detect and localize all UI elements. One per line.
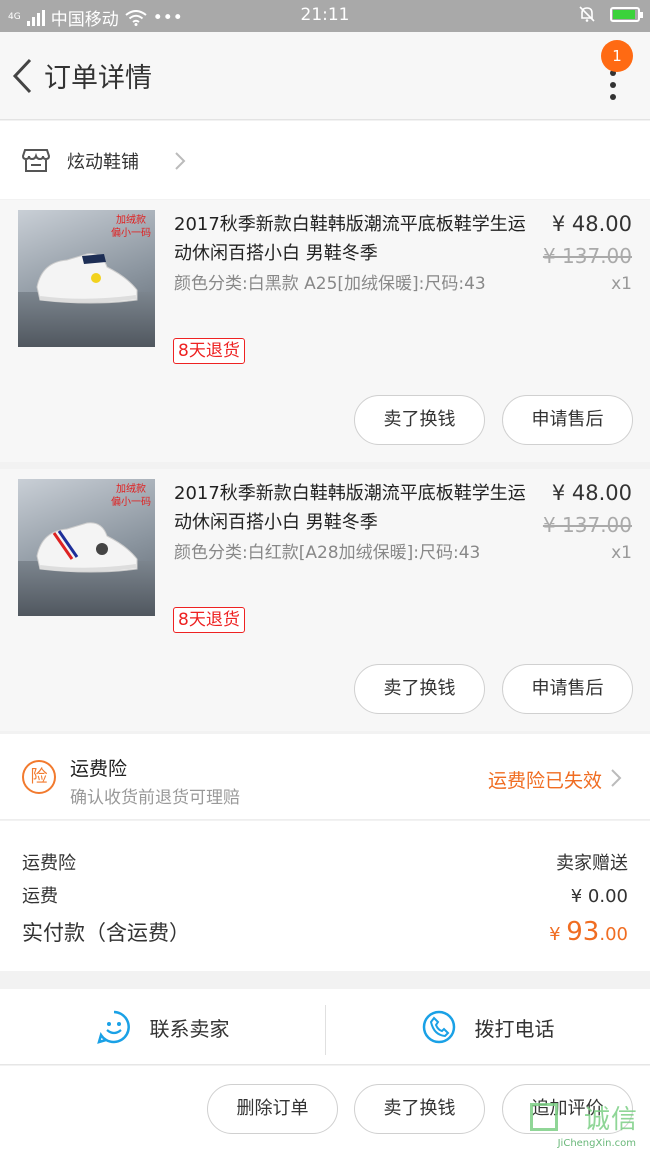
notification-badge: 1 bbox=[601, 40, 633, 72]
product-spec: 颜色分类:白黑款 A25[加绒保暖]:尺码:43 bbox=[174, 274, 486, 294]
shipping-insurance-row[interactable]: 险 运费险 确认收货前退货可理赔 运费险已失效 bbox=[0, 734, 650, 820]
contact-seller-button[interactable]: 联系卖家 bbox=[0, 989, 325, 1065]
item-quantity: x1 bbox=[611, 274, 632, 294]
product-thumbnail[interactable]: 加绒款 偏小一码 bbox=[18, 210, 155, 347]
shoe-image bbox=[36, 522, 138, 573]
product-title[interactable]: 2017秋季新款白鞋韩版潮流平底板鞋学生运动休闲百搭小白 男鞋冬季 bbox=[174, 479, 529, 537]
phone-icon bbox=[422, 1010, 455, 1044]
nav-bar: 订单详情 1 bbox=[0, 32, 650, 120]
item-price: ¥ 48.00 bbox=[551, 481, 632, 505]
bottom-actions: 删除订单 卖了换钱 追加评价 诚信 JiChengXin.com bbox=[0, 1066, 650, 1155]
product-thumbnail[interactable]: 加绒款 偏小一码 bbox=[18, 479, 155, 616]
mute-bell-icon bbox=[579, 6, 595, 22]
sell-for-cash-button[interactable]: 卖了换钱 bbox=[354, 664, 485, 714]
insurance-status[interactable]: 运费险已失效 bbox=[488, 766, 602, 793]
item-price: ¥ 48.00 bbox=[551, 212, 632, 236]
battery-icon bbox=[610, 6, 643, 22]
summary-shipping-row: 运费 ¥ 0.00 bbox=[22, 882, 628, 908]
status-bar: 4G 中国移动 ••• 21:11 bbox=[0, 0, 650, 32]
return-policy-badge: 8天退货 bbox=[173, 338, 245, 364]
product-title[interactable]: 2017秋季新款白鞋韩版潮流平底板鞋学生运动休闲百搭小白 男鞋冬季 bbox=[174, 210, 529, 268]
page-title: 订单详情 bbox=[44, 63, 152, 94]
thumb-tag: 加绒款 偏小一码 bbox=[111, 484, 151, 508]
clock: 21:11 bbox=[300, 5, 350, 25]
insurance-icon: 险 bbox=[22, 760, 56, 794]
contact-bar: 联系卖家 拨打电话 bbox=[0, 989, 650, 1065]
shop-name[interactable]: 炫动鞋铺 bbox=[67, 148, 139, 174]
back-arrow-icon[interactable] bbox=[10, 56, 34, 96]
summary-insurance-value: 卖家赠送 bbox=[556, 853, 628, 874]
after-sales-button[interactable]: 申请售后 bbox=[502, 664, 633, 714]
thumb-tag: 加绒款 偏小一码 bbox=[111, 215, 151, 239]
summary-shipping-value: ¥ 0.00 bbox=[570, 886, 628, 907]
insurance-subtitle: 确认收货前退货可理赔 bbox=[70, 788, 240, 808]
summary-insurance-row: 运费险 卖家赠送 bbox=[22, 849, 628, 875]
return-policy-badge: 8天退货 bbox=[173, 607, 245, 633]
item-quantity: x1 bbox=[611, 543, 632, 563]
sell-for-cash-button[interactable]: 卖了换钱 bbox=[354, 1084, 485, 1134]
product-spec: 颜色分类:白红款[A28加绒保暖]:尺码:43 bbox=[174, 543, 481, 563]
sell-for-cash-button[interactable]: 卖了换钱 bbox=[354, 395, 485, 445]
shoe-image bbox=[36, 253, 138, 304]
item-original-price: ¥ 137.00 bbox=[542, 244, 632, 268]
order-item: 加绒款 偏小一码 2017秋季新款白鞋韩版潮流平底板鞋学生运动休闲百搭小白 男鞋… bbox=[0, 469, 650, 731]
chevron-right-icon bbox=[611, 769, 622, 787]
call-button[interactable]: 拨打电话 bbox=[325, 989, 650, 1065]
summary-paid-amount: ¥ 93.00 bbox=[549, 917, 628, 947]
more-menu-icon[interactable] bbox=[610, 70, 616, 100]
store-icon bbox=[22, 149, 50, 172]
call-label: 拨打电话 bbox=[474, 1016, 555, 1041]
summary-shipping-label: 运费 bbox=[22, 886, 58, 907]
contact-seller-label: 联系卖家 bbox=[149, 1016, 230, 1041]
chat-face-icon bbox=[96, 1010, 130, 1044]
item-original-price: ¥ 137.00 bbox=[542, 513, 632, 537]
summary-insurance-label: 运费险 bbox=[22, 853, 76, 874]
status-right bbox=[578, 5, 643, 23]
shop-row[interactable]: 炫动鞋铺 bbox=[0, 121, 650, 199]
chevron-right-icon bbox=[175, 152, 186, 170]
payment-summary: 运费险 卖家赠送 运费 ¥ 0.00 实付款（含运费） ¥ 93.00 bbox=[0, 821, 650, 971]
summary-paid-row: 实付款（含运费） ¥ 93.00 bbox=[22, 917, 628, 947]
order-item: 加绒款 偏小一码 2017秋季新款白鞋韩版潮流平底板鞋学生运动休闲百搭小白 男鞋… bbox=[0, 200, 650, 462]
watermark-logo: 诚信 JiChengXin.com bbox=[524, 1099, 644, 1149]
summary-paid-label: 实付款（含运费） bbox=[22, 921, 190, 945]
insurance-title: 运费险 bbox=[70, 758, 128, 780]
after-sales-button[interactable]: 申请售后 bbox=[502, 395, 633, 445]
delete-order-button[interactable]: 删除订单 bbox=[207, 1084, 338, 1134]
